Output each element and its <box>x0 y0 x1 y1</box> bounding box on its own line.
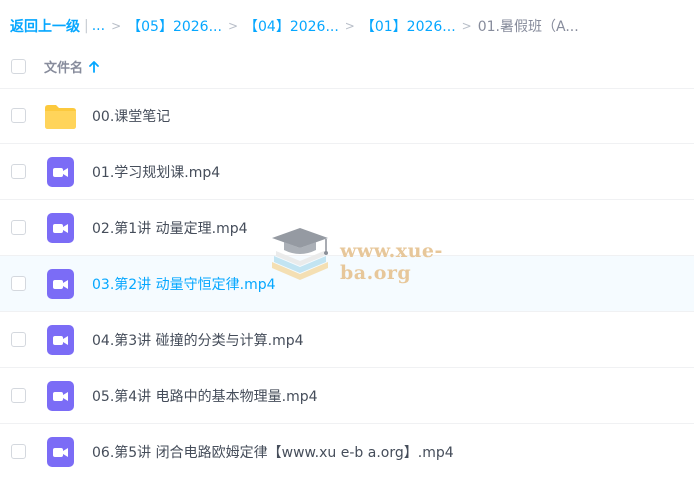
row-checkbox[interactable] <box>11 220 26 235</box>
video-file-icon <box>47 157 74 187</box>
file-row-video[interactable]: 01.学习规划课.mp4 <box>0 144 694 200</box>
row-checkbox[interactable] <box>11 444 26 459</box>
video-file-icon <box>47 325 74 355</box>
column-header-filename[interactable]: 文件名 <box>44 57 99 76</box>
row-checkbox[interactable] <box>11 108 26 123</box>
file-list: 00.课堂笔记 01.学习规划课.mp4 02.第1讲 动量定理.mp4 03.… <box>0 88 694 478</box>
file-name[interactable]: 02.第1讲 动量定理.mp4 <box>92 218 248 238</box>
select-all-checkbox[interactable] <box>11 59 26 74</box>
file-name[interactable]: 06.第5讲 闭合电路欧姆定律【www.xu e-b a.org】.mp4 <box>92 442 454 462</box>
file-row-folder[interactable]: 00.课堂笔记 <box>0 88 694 144</box>
file-name[interactable]: 04.第3讲 碰撞的分类与计算.mp4 <box>92 330 304 350</box>
video-file-icon <box>47 381 74 411</box>
file-row-video[interactable]: 02.第1讲 动量定理.mp4 <box>0 200 694 256</box>
file-name[interactable]: 00.课堂笔记 <box>92 106 170 126</box>
breadcrumb: 返回上一级 | ... > 【05】2026... > 【04】2026... … <box>10 16 579 36</box>
list-header: 文件名 <box>0 46 694 89</box>
arrow-up-icon[interactable] <box>89 60 99 73</box>
video-file-icon <box>47 437 74 467</box>
file-name[interactable]: 05.第4讲 电路中的基本物理量.mp4 <box>92 386 318 406</box>
file-name[interactable]: 01.学习规划课.mp4 <box>92 162 220 182</box>
file-row-video[interactable]: 06.第5讲 闭合电路欧姆定律【www.xu e-b a.org】.mp4 <box>0 424 694 478</box>
file-row-video-active[interactable]: 03.第2讲 动量守恒定律.mp4 <box>0 256 694 312</box>
chevron-right-icon: > <box>344 19 355 33</box>
folder-icon <box>45 105 76 129</box>
video-file-icon <box>47 213 74 243</box>
breadcrumb-item-05[interactable]: 【05】2026... <box>127 16 222 36</box>
file-browser: 返回上一级 | ... > 【05】2026... > 【04】2026... … <box>0 0 694 478</box>
chevron-right-icon: > <box>461 19 472 33</box>
row-checkbox[interactable] <box>11 332 26 347</box>
breadcrumb-item-01[interactable]: 【01】2026... <box>361 16 456 36</box>
row-checkbox[interactable] <box>11 388 26 403</box>
chevron-right-icon: > <box>227 19 238 33</box>
breadcrumb-divider: | <box>84 18 89 34</box>
column-header-label: 文件名 <box>44 61 84 76</box>
row-checkbox[interactable] <box>11 276 26 291</box>
file-row-video[interactable]: 04.第3讲 碰撞的分类与计算.mp4 <box>0 312 694 368</box>
file-name[interactable]: 03.第2讲 动量守恒定律.mp4 <box>92 274 276 294</box>
video-file-icon <box>47 269 74 299</box>
chevron-right-icon: > <box>111 19 122 33</box>
row-checkbox[interactable] <box>11 164 26 179</box>
file-row-video[interactable]: 05.第4讲 电路中的基本物理量.mp4 <box>0 368 694 424</box>
breadcrumb-item-04[interactable]: 【04】2026... <box>244 16 339 36</box>
back-link[interactable]: 返回上一级 <box>10 16 80 36</box>
breadcrumb-ellipsis[interactable]: ... <box>92 18 105 34</box>
breadcrumb-current: 01.暑假班（A... <box>477 19 579 35</box>
